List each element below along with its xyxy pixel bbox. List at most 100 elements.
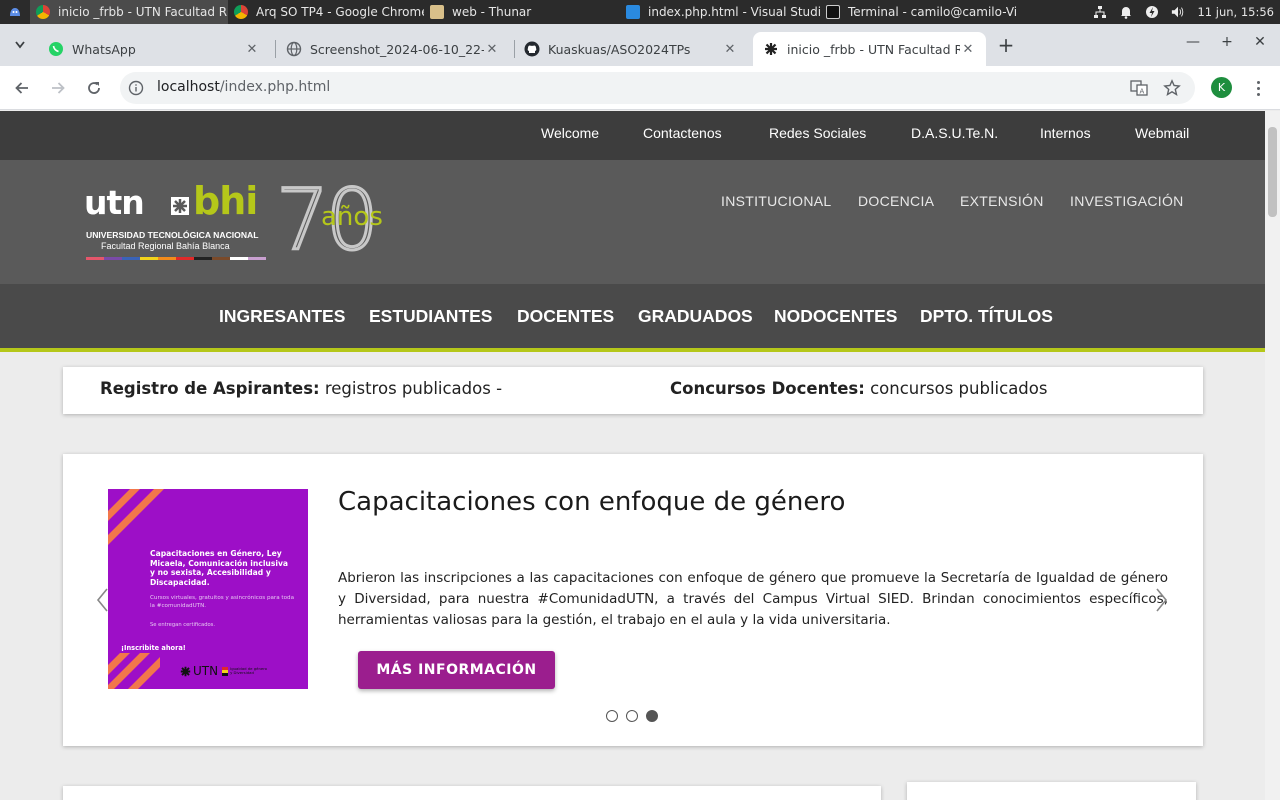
topbar-link-welcome[interactable]: Welcome <box>541 125 599 141</box>
ticker-item-concursos[interactable]: Concursos Docentes: concursos publicados <box>670 379 1047 398</box>
browser-menu-icon[interactable] <box>1250 76 1266 100</box>
clock[interactable]: 11 jun, 15:56 <box>1197 5 1274 19</box>
subnav-graduados[interactable]: GRADUADOS <box>638 306 753 327</box>
content-panel-left <box>63 786 881 800</box>
subnav-estudiantes[interactable]: ESTUDIANTES <box>369 306 492 327</box>
os-taskbar: inicio _frbb - UTN Facultad R... Arq SO … <box>0 0 1280 24</box>
slide-image-sub: Cursos virtuales, gratuitos y asincrónic… <box>150 595 295 609</box>
volume-icon[interactable] <box>1171 5 1185 19</box>
slide-image-stripes <box>108 489 164 689</box>
ticker-item-aspirantes[interactable]: Registro de Aspirantes: registros public… <box>100 379 502 398</box>
browser-tab-github[interactable]: Kuaskuas/ASO2024TPs ✕ <box>514 32 748 66</box>
nav-docencia[interactable]: DOCENCIA <box>858 193 934 209</box>
carousel-prev-arrow-icon[interactable] <box>93 583 113 617</box>
topbar-link-internos[interactable]: Internos <box>1040 125 1091 141</box>
scrollbar-thumb[interactable] <box>1268 127 1277 217</box>
topbar-link-webmail[interactable]: Webmail <box>1135 125 1189 141</box>
profile-initial: K <box>1217 81 1226 94</box>
site-info-icon[interactable] <box>128 80 144 96</box>
url-path: /index.php.html <box>219 79 331 95</box>
news-carousel: Capacitaciones en Género, Ley Micaela, C… <box>63 454 1203 746</box>
slide-title[interactable]: Capacitaciones con enfoque de género <box>338 487 845 517</box>
taskbar-item-thunar[interactable]: web - Thunar <box>424 0 620 24</box>
utn-icon <box>763 41 779 57</box>
carousel-dot-3[interactable] <box>646 710 658 722</box>
logo-color-stripe <box>86 257 266 260</box>
slide-image-heading: Capacitaciones en Género, Ley Micaela, C… <box>150 549 289 587</box>
slide-image-utn-logo: UTN Igualdad de género y Diversidad <box>180 664 270 678</box>
nav-investigacion[interactable]: INVESTIGACIÓN <box>1070 193 1184 209</box>
logo-bhi-text: bhi <box>193 179 258 223</box>
profile-avatar[interactable]: K <box>1211 77 1232 98</box>
carousel-dot-2[interactable] <box>626 710 638 722</box>
new-tab-button[interactable]: + <box>994 34 1018 58</box>
network-icon[interactable] <box>1093 5 1107 19</box>
reload-button[interactable] <box>82 76 106 100</box>
tab-close-icon[interactable]: ✕ <box>484 42 500 57</box>
more-info-button[interactable]: MÁS INFORMACIÓN <box>358 651 555 689</box>
slide-image-logo-sub: Igualdad de género y Diversidad <box>230 665 268 675</box>
logo-line2: Facultad Regional Bahía Blanca <box>101 241 230 251</box>
close-window-icon[interactable]: ✕ <box>1250 34 1270 50</box>
subnav-nodocentes[interactable]: NODOCENTES <box>774 306 897 327</box>
ticker-label: Concursos Docentes: <box>670 379 865 398</box>
notifications-icon[interactable] <box>1119 5 1133 19</box>
browser-tab-strip: WhatsApp ✕ Screenshot_2024-06-10_22-35 ✕… <box>0 24 1280 66</box>
slide-image-cta: ¡Inscribite ahora! <box>121 644 186 652</box>
logo-utn-text: utn <box>84 183 145 222</box>
tab-close-icon[interactable]: ✕ <box>244 42 260 57</box>
utn-emblem-icon <box>180 666 191 676</box>
slide-image-flag <box>222 666 229 676</box>
subnav-dpto-titulos[interactable]: DPTO. TÍTULOS <box>920 306 1053 327</box>
taskbar-item-vscode[interactable]: index.php.html - Visual Studi... <box>620 0 820 24</box>
page-viewport: Welcome Contactenos Redes Sociales D.A.S… <box>0 111 1265 800</box>
topbar-link-contactenos[interactable]: Contactenos <box>643 125 722 141</box>
tab-close-icon[interactable]: ✕ <box>722 42 738 57</box>
bookmark-star-icon[interactable] <box>1162 78 1182 98</box>
taskbar-item-label: inicio _frbb - UTN Facultad R... <box>58 5 228 19</box>
url-text: localhost/index.php.html <box>157 79 330 95</box>
audience-nav: INGRESANTES ESTUDIANTES DOCENTES GRADUAD… <box>0 284 1265 352</box>
vscode-icon <box>626 5 640 19</box>
svg-text:A: A <box>1140 88 1145 96</box>
address-bar[interactable]: localhost/index.php.html A <box>120 72 1195 104</box>
taskbar-item-label: index.php.html - Visual Studi... <box>648 5 820 19</box>
tab-title: Kuaskuas/ASO2024TPs <box>548 41 691 57</box>
folder-icon <box>430 5 444 19</box>
tab-close-icon[interactable]: ✕ <box>960 42 976 57</box>
carousel-next-arrow-icon[interactable] <box>1151 583 1171 617</box>
anniversary-word: años <box>321 202 383 232</box>
chrome-icon <box>234 5 248 19</box>
back-button[interactable] <box>10 76 34 100</box>
minimize-icon[interactable]: — <box>1183 34 1203 50</box>
tab-title: Screenshot_2024-06-10_22-35 <box>310 41 484 57</box>
topbar-link-redes-sociales[interactable]: Redes Sociales <box>769 125 866 141</box>
ticker-label: Registro de Aspirantes: <box>100 379 320 398</box>
page-scrollbar[interactable] <box>1265 111 1280 800</box>
topbar-link-dasuten[interactable]: D.A.S.U.Te.N. <box>911 125 998 141</box>
browser-tab-whatsapp[interactable]: WhatsApp ✕ <box>38 32 270 66</box>
browser-tab-utn[interactable]: inicio _frbb - UTN Facultad Re ✕ <box>753 32 986 66</box>
subnav-docentes[interactable]: DOCENTES <box>517 306 614 327</box>
site-logo[interactable]: utn bhi UNIVERSIDAD TECNOLÓGICA NACIONAL… <box>84 174 414 267</box>
translate-icon[interactable]: A <box>1129 78 1149 98</box>
taskbar-item-chrome-utn[interactable]: inicio _frbb - UTN Facultad R... <box>30 0 228 24</box>
maximize-icon[interactable]: + <box>1217 34 1237 50</box>
nav-extension[interactable]: EXTENSIÓN <box>960 193 1044 209</box>
tab-title: WhatsApp <box>72 41 136 57</box>
power-icon[interactable] <box>1145 5 1159 19</box>
github-icon <box>524 41 540 57</box>
taskbar-item-chrome-arq[interactable]: Arq SO TP4 - Google Chrome <box>228 0 424 24</box>
taskbar-item-label: Terminal - camilo@camilo-Vi... <box>848 5 1016 19</box>
browser-tab-screenshot[interactable]: Screenshot_2024-06-10_22-35 ✕ <box>276 32 510 66</box>
forward-button[interactable] <box>46 76 70 100</box>
taskbar-item-terminal[interactable]: Terminal - camilo@camilo-Vi... <box>820 0 1016 24</box>
os-menu-icon[interactable] <box>0 0 30 24</box>
nav-institucional[interactable]: INSTITUCIONAL <box>721 193 831 209</box>
carousel-indicators <box>606 710 658 722</box>
slide-image-logo-text: UTN <box>193 664 219 678</box>
carousel-dot-1[interactable] <box>606 710 618 722</box>
tab-search-icon[interactable] <box>8 33 32 57</box>
subnav-ingresantes[interactable]: INGRESANTES <box>219 306 345 327</box>
slide-image[interactable]: Capacitaciones en Género, Ley Micaela, C… <box>108 489 308 689</box>
